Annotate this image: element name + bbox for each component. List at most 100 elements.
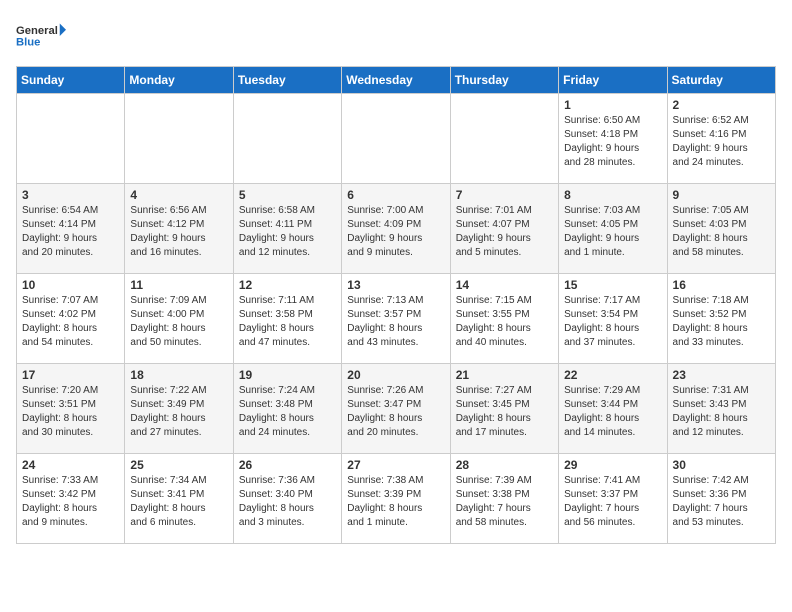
calendar-cell: 18 Sunrise: 7:22 AM Sunset: 3:49 PM Dayli… bbox=[125, 364, 233, 454]
day-info: Sunrise: 7:38 AM Sunset: 3:39 PM Dayligh… bbox=[347, 474, 444, 530]
calendar-cell: 8 Sunrise: 7:03 AM Sunset: 4:05 PM Daylig… bbox=[559, 184, 667, 274]
day-number: 3 bbox=[22, 188, 119, 202]
day-info: Sunrise: 7:24 AM Sunset: 3:48 PM Dayligh… bbox=[239, 384, 336, 440]
calendar-cell bbox=[450, 94, 558, 184]
day-info: Sunrise: 7:36 AM Sunset: 3:40 PM Dayligh… bbox=[239, 474, 336, 530]
calendar-cell: 14 Sunrise: 7:15 AM Sunset: 3:55 PM Dayli… bbox=[450, 274, 558, 364]
day-info: Sunrise: 7:33 AM Sunset: 3:42 PM Dayligh… bbox=[22, 474, 119, 530]
calendar-cell: 15Sunrise: 7:17 AM Sunset: 3:54 PM Dayli… bbox=[559, 274, 667, 364]
calendar-week-row: 10 Sunrise: 7:07 AM Sunset: 4:02 PM Dayli… bbox=[17, 274, 776, 364]
calendar-cell: 23Sunrise: 7:31 AM Sunset: 3:43 PM Dayli… bbox=[667, 364, 775, 454]
day-info: Sunrise: 6:54 AM Sunset: 4:14 PM Dayligh… bbox=[22, 204, 119, 260]
calendar-cell: 9 Sunrise: 7:05 AM Sunset: 4:03 PM Daylig… bbox=[667, 184, 775, 274]
calendar-cell: 22 Sunrise: 7:29 AM Sunset: 3:44 PM Dayli… bbox=[559, 364, 667, 454]
day-number: 30 bbox=[673, 458, 770, 472]
day-header-saturday: Saturday bbox=[667, 67, 775, 94]
day-info: Sunrise: 7:18 AM Sunset: 3:52 PM Dayligh… bbox=[673, 294, 770, 350]
day-number: 12 bbox=[239, 278, 336, 292]
day-number: 26 bbox=[239, 458, 336, 472]
day-number: 4 bbox=[130, 188, 227, 202]
calendar-cell: 5 Sunrise: 6:58 AM Sunset: 4:11 PM Daylig… bbox=[233, 184, 341, 274]
day-header-tuesday: Tuesday bbox=[233, 67, 341, 94]
day-number: 22 bbox=[564, 368, 661, 382]
calendar-cell: 17 Sunrise: 7:20 AM Sunset: 3:51 PM Dayli… bbox=[17, 364, 125, 454]
day-info: Sunrise: 7:41 AM Sunset: 3:37 PM Dayligh… bbox=[564, 474, 661, 530]
calendar-cell: 12 Sunrise: 7:11 AM Sunset: 3:58 PM Dayli… bbox=[233, 274, 341, 364]
day-number: 2 bbox=[673, 98, 770, 112]
day-number: 16 bbox=[673, 278, 770, 292]
calendar-cell: 20Sunrise: 7:26 AM Sunset: 3:47 PM Dayli… bbox=[342, 364, 450, 454]
calendar-week-row: 3 Sunrise: 6:54 AM Sunset: 4:14 PM Daylig… bbox=[17, 184, 776, 274]
day-info: Sunrise: 7:03 AM Sunset: 4:05 PM Dayligh… bbox=[564, 204, 661, 260]
calendar-header-row: SundayMondayTuesdayWednesdayThursdayFrid… bbox=[17, 67, 776, 94]
calendar-cell: 13Sunrise: 7:13 AM Sunset: 3:57 PM Dayli… bbox=[342, 274, 450, 364]
calendar-cell bbox=[342, 94, 450, 184]
day-number: 20 bbox=[347, 368, 444, 382]
day-info: Sunrise: 7:15 AM Sunset: 3:55 PM Dayligh… bbox=[456, 294, 553, 350]
day-info: Sunrise: 7:20 AM Sunset: 3:51 PM Dayligh… bbox=[22, 384, 119, 440]
calendar-cell: 19 Sunrise: 7:24 AM Sunset: 3:48 PM Dayli… bbox=[233, 364, 341, 454]
day-info: Sunrise: 7:34 AM Sunset: 3:41 PM Dayligh… bbox=[130, 474, 227, 530]
calendar-cell: 24 Sunrise: 7:33 AM Sunset: 3:42 PM Dayli… bbox=[17, 454, 125, 544]
day-number: 25 bbox=[130, 458, 227, 472]
day-number: 17 bbox=[22, 368, 119, 382]
day-header-thursday: Thursday bbox=[450, 67, 558, 94]
day-number: 21 bbox=[456, 368, 553, 382]
day-info: Sunrise: 7:09 AM Sunset: 4:00 PM Dayligh… bbox=[130, 294, 227, 350]
svg-text:Blue: Blue bbox=[16, 36, 40, 48]
day-info: Sunrise: 6:50 AM Sunset: 4:18 PM Dayligh… bbox=[564, 114, 661, 170]
calendar-cell: 1 Sunrise: 6:50 AM Sunset: 4:18 PM Daylig… bbox=[559, 94, 667, 184]
day-info: Sunrise: 7:13 AM Sunset: 3:57 PM Dayligh… bbox=[347, 294, 444, 350]
day-number: 8 bbox=[564, 188, 661, 202]
day-number: 14 bbox=[456, 278, 553, 292]
calendar-cell bbox=[17, 94, 125, 184]
calendar-cell: 28Sunrise: 7:39 AM Sunset: 3:38 PM Dayli… bbox=[450, 454, 558, 544]
header: General Blue bbox=[16, 16, 776, 56]
day-info: Sunrise: 7:29 AM Sunset: 3:44 PM Dayligh… bbox=[564, 384, 661, 440]
calendar-cell: 21 Sunrise: 7:27 AM Sunset: 3:45 PM Dayli… bbox=[450, 364, 558, 454]
day-number: 5 bbox=[239, 188, 336, 202]
calendar-week-row: 1 Sunrise: 6:50 AM Sunset: 4:18 PM Daylig… bbox=[17, 94, 776, 184]
calendar-table: SundayMondayTuesdayWednesdayThursdayFrid… bbox=[16, 66, 776, 544]
day-header-monday: Monday bbox=[125, 67, 233, 94]
calendar-cell bbox=[125, 94, 233, 184]
calendar-cell: 29 Sunrise: 7:41 AM Sunset: 3:37 PM Dayli… bbox=[559, 454, 667, 544]
day-info: Sunrise: 7:11 AM Sunset: 3:58 PM Dayligh… bbox=[239, 294, 336, 350]
calendar-week-row: 24 Sunrise: 7:33 AM Sunset: 3:42 PM Dayli… bbox=[17, 454, 776, 544]
calendar-cell: 16 Sunrise: 7:18 AM Sunset: 3:52 PM Dayli… bbox=[667, 274, 775, 364]
day-header-friday: Friday bbox=[559, 67, 667, 94]
calendar-cell bbox=[233, 94, 341, 184]
day-info: Sunrise: 7:39 AM Sunset: 3:38 PM Dayligh… bbox=[456, 474, 553, 530]
day-number: 27 bbox=[347, 458, 444, 472]
calendar-body: 1 Sunrise: 6:50 AM Sunset: 4:18 PM Daylig… bbox=[17, 94, 776, 544]
calendar-cell: 6Sunrise: 7:00 AM Sunset: 4:09 PM Daylig… bbox=[342, 184, 450, 274]
day-info: Sunrise: 6:58 AM Sunset: 4:11 PM Dayligh… bbox=[239, 204, 336, 260]
day-number: 18 bbox=[130, 368, 227, 382]
day-number: 24 bbox=[22, 458, 119, 472]
calendar-cell: 25 Sunrise: 7:34 AM Sunset: 3:41 PM Dayli… bbox=[125, 454, 233, 544]
logo-svg: General Blue bbox=[16, 16, 66, 56]
day-info: Sunrise: 7:01 AM Sunset: 4:07 PM Dayligh… bbox=[456, 204, 553, 260]
day-number: 19 bbox=[239, 368, 336, 382]
day-number: 9 bbox=[673, 188, 770, 202]
day-info: Sunrise: 7:27 AM Sunset: 3:45 PM Dayligh… bbox=[456, 384, 553, 440]
day-header-wednesday: Wednesday bbox=[342, 67, 450, 94]
calendar-cell: 7 Sunrise: 7:01 AM Sunset: 4:07 PM Daylig… bbox=[450, 184, 558, 274]
svg-text:General: General bbox=[16, 25, 58, 37]
day-info: Sunrise: 7:42 AM Sunset: 3:36 PM Dayligh… bbox=[673, 474, 770, 530]
day-info: Sunrise: 7:22 AM Sunset: 3:49 PM Dayligh… bbox=[130, 384, 227, 440]
day-number: 7 bbox=[456, 188, 553, 202]
logo: General Blue bbox=[16, 16, 66, 56]
calendar-cell: 10 Sunrise: 7:07 AM Sunset: 4:02 PM Dayli… bbox=[17, 274, 125, 364]
day-number: 1 bbox=[564, 98, 661, 112]
day-info: Sunrise: 6:52 AM Sunset: 4:16 PM Dayligh… bbox=[673, 114, 770, 170]
calendar-week-row: 17 Sunrise: 7:20 AM Sunset: 3:51 PM Dayli… bbox=[17, 364, 776, 454]
calendar-cell: 2 Sunrise: 6:52 AM Sunset: 4:16 PM Daylig… bbox=[667, 94, 775, 184]
day-number: 11 bbox=[130, 278, 227, 292]
day-info: Sunrise: 7:07 AM Sunset: 4:02 PM Dayligh… bbox=[22, 294, 119, 350]
day-number: 29 bbox=[564, 458, 661, 472]
day-info: Sunrise: 7:05 AM Sunset: 4:03 PM Dayligh… bbox=[673, 204, 770, 260]
day-number: 6 bbox=[347, 188, 444, 202]
day-number: 10 bbox=[22, 278, 119, 292]
day-header-sunday: Sunday bbox=[17, 67, 125, 94]
